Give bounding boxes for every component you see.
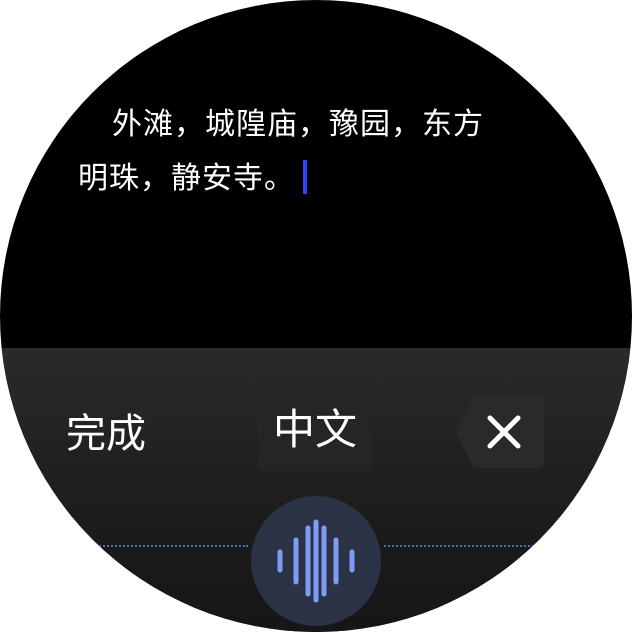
language-switch-button[interactable]: 中文 — [258, 389, 372, 471]
done-button[interactable]: 完成 — [66, 408, 146, 460]
input-text-line-2: 明珠，静安寺。 — [78, 152, 508, 206]
voice-input-button[interactable] — [251, 496, 381, 626]
voice-wave-dotted-line-left — [96, 545, 248, 547]
text-cursor — [303, 160, 307, 194]
close-icon — [456, 396, 544, 468]
input-text-line-1: 外滩，城隍庙，豫园，东方 — [112, 107, 484, 142]
voice-wave-dotted-line-right — [384, 545, 534, 547]
voice-input-text-field[interactable]: 外滩，城隍庙，豫园，东方 明珠，静安寺。 — [78, 98, 508, 206]
input-text-line-2-content: 明珠，静安寺。 — [78, 161, 295, 196]
watch-screen: 外滩，城隍庙，豫园，东方 明珠，静安寺。 完成 中文 — [0, 0, 632, 632]
voice-wave-icon — [277, 519, 355, 603]
delete-button[interactable] — [456, 396, 544, 468]
